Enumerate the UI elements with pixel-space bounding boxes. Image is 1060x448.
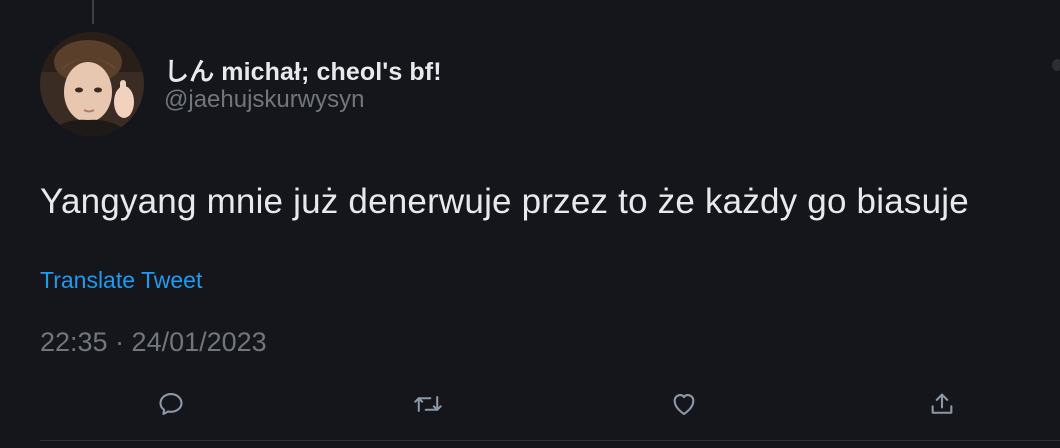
retweet-icon (414, 396, 442, 412)
bottom-divider (40, 440, 1060, 441)
reply-button[interactable] (153, 386, 189, 422)
tweet-timestamp[interactable]: 22:35 · 24/01/2023 (40, 327, 267, 358)
like-button[interactable] (666, 386, 702, 422)
avatar-image (40, 32, 144, 136)
author-handle[interactable]: @jaehujskurwysyn (164, 86, 364, 114)
share-icon (931, 393, 953, 414)
more-options-icon[interactable] (1052, 59, 1060, 71)
thread-connector-line (92, 0, 94, 24)
author-display-name[interactable]: しん michał; cheol's bf! (164, 52, 442, 88)
retweet-button[interactable] (410, 386, 446, 422)
heart-icon (673, 393, 695, 415)
reply-icon (159, 393, 183, 415)
avatar[interactable] (40, 32, 144, 136)
tweet-text: Yangyang mnie już denerwuje przez to że … (40, 182, 969, 221)
translate-tweet-link[interactable]: Translate Tweet (40, 267, 202, 294)
share-button[interactable] (924, 386, 960, 422)
